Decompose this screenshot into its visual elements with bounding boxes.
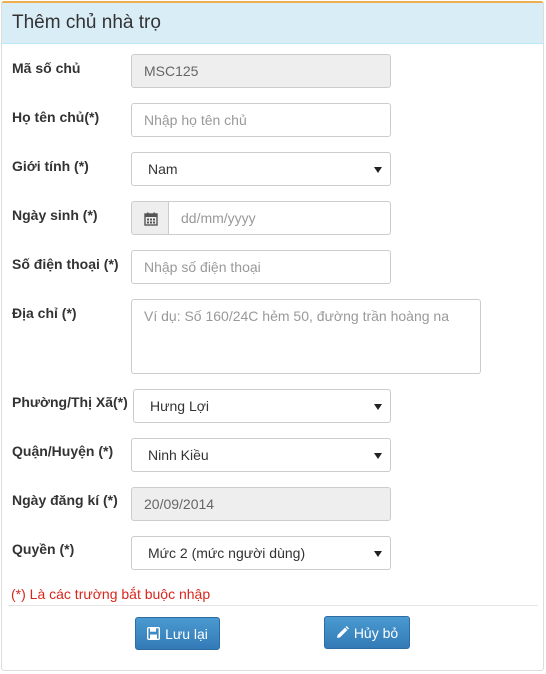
full-name-label: Họ tên chủ(*) — [12, 109, 100, 125]
ward-selected-value: Hưng Lợi — [150, 398, 210, 414]
role-select[interactable]: Mức 2 (mức người dùng) — [131, 536, 391, 570]
calendar-icon — [144, 212, 158, 226]
phone-input[interactable] — [131, 250, 391, 284]
cancel-button[interactable]: Hủy bỏ — [324, 616, 410, 649]
panel-heading: Thêm chủ nhà trọ — [2, 3, 543, 44]
phone-label: Số điện thoại (*) — [12, 256, 119, 272]
cancel-button-label: Hủy bỏ — [353, 624, 399, 641]
date-addon[interactable] — [131, 201, 169, 235]
district-selected-value: Ninh Kiều — [148, 447, 209, 463]
required-fields-note: (*) Là các trường bắt buộc nhập — [11, 586, 211, 602]
pencil-icon — [336, 626, 349, 638]
owner-id-label: Mã số chủ — [12, 60, 81, 76]
register-date-label: Ngày đăng kí (*) — [12, 492, 118, 508]
address-label: Địa chỉ (*) — [12, 305, 77, 321]
floppy-disk-icon — [147, 627, 161, 640]
caret-down-icon — [374, 167, 382, 173]
address-textarea[interactable] — [131, 299, 481, 374]
full-name-input[interactable] — [131, 103, 391, 137]
save-button[interactable]: Lưu lại — [135, 617, 220, 650]
ward-select[interactable]: Hưng Lợi — [133, 389, 391, 423]
caret-down-icon — [374, 453, 382, 459]
birth-date-input[interactable] — [168, 201, 391, 235]
role-label: Quyền (*) — [12, 541, 75, 557]
district-label: Quận/Huyện (*) — [12, 443, 114, 459]
caret-down-icon — [374, 551, 382, 557]
district-select[interactable]: Ninh Kiều — [131, 438, 391, 472]
gender-label: Giới tính (*) — [12, 158, 89, 174]
page-title: Thêm chủ nhà trọ — [12, 12, 161, 33]
caret-down-icon — [374, 404, 382, 410]
register-date-field — [131, 487, 391, 521]
ward-label: Phường/Thị Xã(*) — [12, 394, 128, 410]
owner-id-field — [131, 54, 391, 88]
role-selected-value: Mức 2 (mức người dùng) — [148, 545, 306, 561]
gender-select[interactable]: Nam — [131, 152, 391, 186]
gender-selected-value: Nam — [148, 161, 178, 177]
divider — [8, 605, 538, 606]
save-button-label: Lưu lại — [165, 625, 208, 642]
birth-date-label: Ngày sinh (*) — [12, 207, 98, 223]
